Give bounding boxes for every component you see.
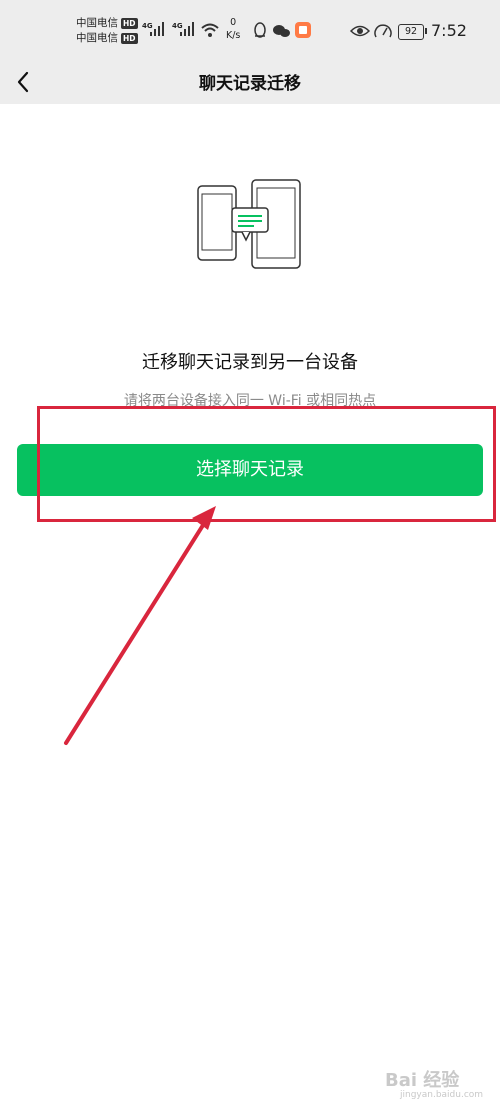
baidu-watermark-url: jingyan.baidu.com <box>400 1090 484 1100</box>
baidu-watermark: Bai 经验 <box>385 1070 460 1091</box>
annotation-arrow-icon <box>64 506 216 745</box>
